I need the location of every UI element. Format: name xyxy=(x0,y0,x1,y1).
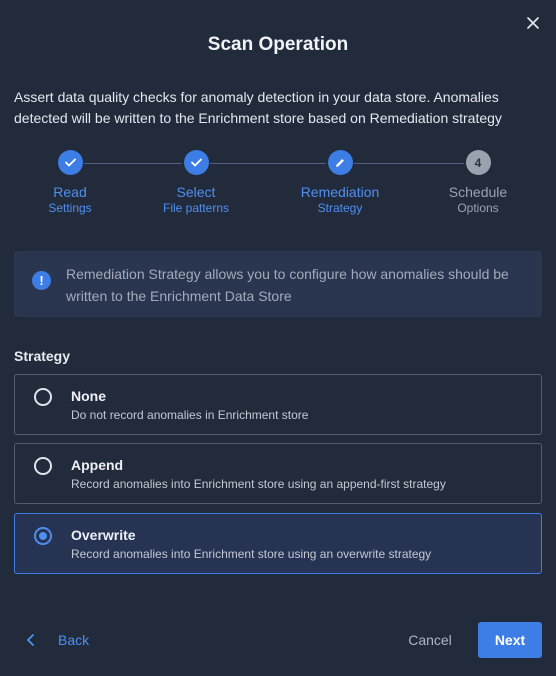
step-sublabel: Options xyxy=(457,201,499,215)
option-description: Do not record anomalies in Enrichment st… xyxy=(71,408,309,422)
option-title: Overwrite xyxy=(71,527,136,543)
step-circle xyxy=(183,150,209,175)
strategy-option-append[interactable]: Append Record anomalies into Enrichment … xyxy=(14,443,542,504)
close-icon xyxy=(527,17,539,29)
check-icon xyxy=(64,158,76,167)
radio-button[interactable] xyxy=(34,527,52,545)
option-title: Append xyxy=(71,457,124,473)
step-schedule[interactable]: 4 Schedule Options xyxy=(418,150,538,216)
radio-button[interactable] xyxy=(34,388,52,406)
next-button[interactable]: Next xyxy=(478,622,542,658)
step-label: Schedule xyxy=(448,184,508,200)
stepper: Read Settings Select File patterns Remed… xyxy=(0,150,556,220)
step-circle xyxy=(327,150,353,175)
step-sublabel: Strategy xyxy=(317,201,363,215)
step-sublabel: Settings xyxy=(48,201,92,215)
step-select[interactable]: Select File patterns xyxy=(136,150,256,216)
check-icon xyxy=(190,158,202,167)
chevron-left-icon xyxy=(27,634,34,646)
step-label: Select xyxy=(176,184,216,200)
radio-button[interactable] xyxy=(34,457,52,475)
strategy-option-none[interactable]: None Do not record anomalies in Enrichme… xyxy=(14,374,542,435)
step-remediation[interactable]: Remediation Strategy xyxy=(280,150,400,216)
pencil-icon xyxy=(336,158,344,167)
close-button[interactable] xyxy=(522,12,544,34)
step-label: Remediation xyxy=(300,184,380,200)
info-alert: ! Remediation Strategy allows you to con… xyxy=(14,251,542,317)
back-button[interactable]: Back xyxy=(24,624,89,656)
step-circle xyxy=(57,150,83,175)
dialog-description: Assert data quality checks for anomaly d… xyxy=(14,89,502,126)
option-description: Record anomalies into Enrichment store u… xyxy=(71,477,446,491)
step-number: 4 xyxy=(465,150,491,175)
option-description: Record anomalies into Enrichment store u… xyxy=(71,547,432,561)
strategy-label: Strategy xyxy=(14,348,71,364)
option-title: None xyxy=(71,388,106,404)
dialog-title: Scan Operation xyxy=(207,34,349,55)
strategy-option-overwrite[interactable]: Overwrite Record anomalies into Enrichme… xyxy=(14,513,542,574)
step-sublabel: File patterns xyxy=(162,201,230,215)
info-text: Remediation Strategy allows you to confi… xyxy=(66,266,509,304)
step-read[interactable]: Read Settings xyxy=(10,150,130,216)
back-label: Back xyxy=(58,632,90,648)
cancel-button[interactable]: Cancel xyxy=(398,622,462,658)
step-label: Read xyxy=(53,184,87,200)
exclamation-icon: ! xyxy=(32,271,51,290)
